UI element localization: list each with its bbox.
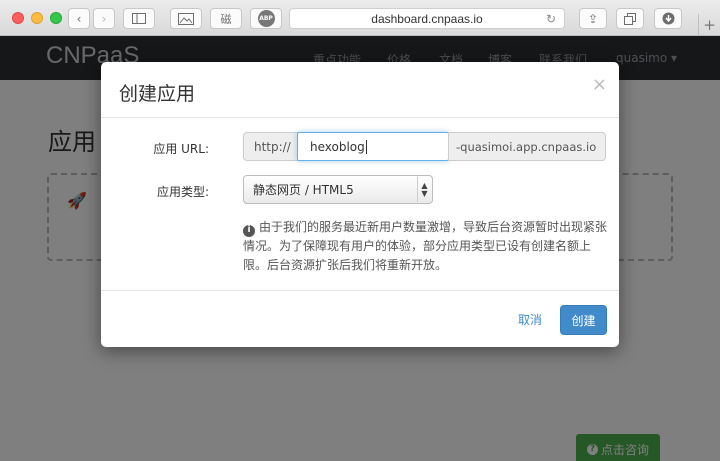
text-caret xyxy=(365,139,367,154)
notice-text: 由于我们的服务最近新用户数量激增，导致后台资源暂时出现紧张情况。为了保障现有用户… xyxy=(243,220,608,272)
minimize-window-button[interactable] xyxy=(31,12,43,24)
url-label: 应用 URL: xyxy=(153,142,209,156)
address-bar[interactable]: dashboard.cnpaas.io ↻ xyxy=(289,8,565,29)
url-suffix-addon: -quasimoi.app.cnpaas.io xyxy=(448,132,606,161)
address-text: dashboard.cnpaas.io xyxy=(371,11,483,26)
plus-icon: + xyxy=(703,16,716,34)
adblock-icon: ABP xyxy=(257,10,275,27)
reload-icon[interactable]: ↻ xyxy=(546,12,556,26)
capacity-notice: i 由于我们的服务最近新用户数量激增，导致后台资源暂时出现紧张情况。为了保障现有用… xyxy=(243,218,613,275)
extension-button[interactable]: 磁 xyxy=(210,8,242,29)
close-window-button[interactable] xyxy=(12,12,24,24)
chevron-right-icon: › xyxy=(101,11,107,26)
photo-icon xyxy=(178,12,194,25)
app-type-label: 应用类型: xyxy=(156,185,209,199)
modal-footer: 取消 创建 xyxy=(101,290,619,347)
adblock-button[interactable]: ABP xyxy=(250,8,282,29)
downloads-button[interactable] xyxy=(654,8,682,29)
create-button[interactable]: 创建 xyxy=(560,305,607,335)
zoom-window-button[interactable] xyxy=(50,12,62,24)
app-type-value: 静态网页 / HTML5 xyxy=(253,183,354,197)
tabs-button[interactable] xyxy=(616,8,644,29)
extension-icon: 磁 xyxy=(220,12,232,26)
sidebar-icon xyxy=(132,13,146,24)
cancel-button[interactable]: 取消 xyxy=(515,305,545,333)
app-name-value: hexoblog xyxy=(310,139,365,154)
app-name-input[interactable]: hexoblog xyxy=(297,132,449,161)
chevron-left-icon: ‹ xyxy=(76,11,82,26)
browser-toolbar: ‹ › 磁 ABP dashboard.cnpaas.io ↻ ⇪ + xyxy=(0,0,720,36)
tabs-icon xyxy=(624,12,636,25)
modal-header: 创建应用 × xyxy=(101,62,619,118)
app-type-select[interactable]: 静态网页 / HTML5 ▲ ▼ xyxy=(243,175,433,204)
sidebar-button[interactable] xyxy=(123,8,155,29)
create-app-modal: 创建应用 × 应用 URL: http:// hexoblog -quasimo… xyxy=(101,62,619,347)
modal-title: 创建应用 xyxy=(119,83,196,105)
info-icon: i xyxy=(243,224,255,237)
download-icon xyxy=(662,12,674,25)
select-arrows-icon: ▲ ▼ xyxy=(417,177,431,202)
share-icon: ⇪ xyxy=(587,11,599,26)
new-tab-button[interactable]: + xyxy=(698,14,720,36)
share-button[interactable]: ⇪ xyxy=(579,8,607,29)
forward-button[interactable]: › xyxy=(93,8,115,29)
url-prefix-addon: http:// xyxy=(243,132,298,161)
close-icon[interactable]: × xyxy=(592,74,607,95)
photo-extension-button[interactable] xyxy=(170,8,202,29)
back-button[interactable]: ‹ xyxy=(68,8,90,29)
